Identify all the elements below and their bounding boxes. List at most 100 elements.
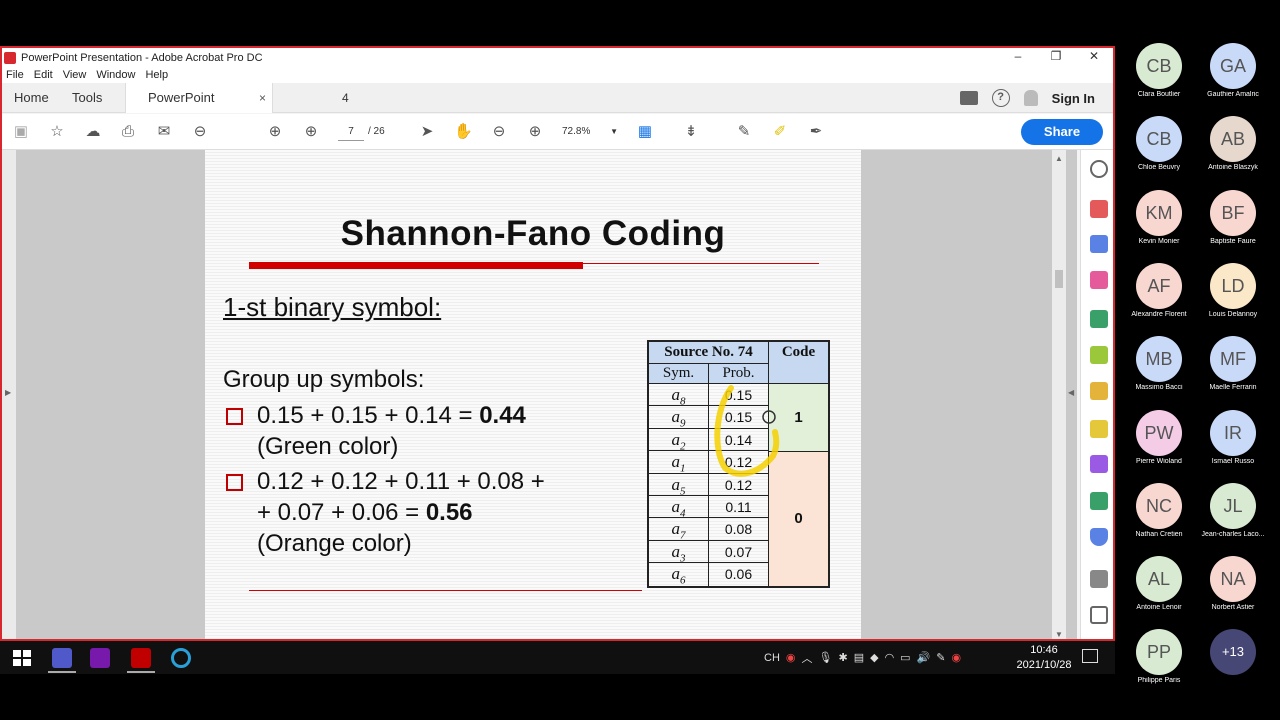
next-page-icon[interactable]: ⊕ [302, 123, 320, 141]
participant-tile[interactable]: AL Antoine Lenoir [1124, 556, 1194, 611]
scroll-up-icon[interactable]: ▲ [1055, 154, 1063, 163]
scroll-down-icon[interactable]: ▼ [1055, 630, 1063, 639]
microphone-icon[interactable]: 🎙 [819, 651, 833, 664]
menu-help[interactable]: Help [145, 69, 168, 81]
export-pdf-icon[interactable] [1090, 310, 1108, 328]
upload-cloud-icon[interactable]: ☁ [84, 123, 102, 141]
participant-tile[interactable]: NA Norbert Astier [1198, 556, 1268, 611]
menu-file[interactable]: File [6, 69, 24, 81]
participant-avatar: AB [1210, 116, 1256, 163]
comment-tool-icon[interactable] [1090, 382, 1108, 400]
help-icon[interactable]: ? [991, 89, 1010, 107]
bluetooth-icon[interactable]: ✱ [838, 651, 847, 664]
collapse-right-icon[interactable]: ◀ [1068, 388, 1074, 397]
menu-window[interactable]: Window [96, 69, 135, 81]
organize-pages-icon[interactable] [1090, 271, 1108, 289]
participant-tile[interactable]: CB Chloe Beuvry [1124, 116, 1194, 171]
pen-icon[interactable]: ✎ [936, 651, 945, 664]
participant-tile[interactable]: PW Pierre Wioland [1124, 409, 1194, 465]
share-button[interactable]: Share [1021, 119, 1103, 145]
zoom-in-icon[interactable]: ⊕ [526, 123, 544, 141]
acrobat-taskbar-icon[interactable] [131, 648, 151, 668]
app-tray-icon[interactable]: ◆ [870, 651, 878, 664]
restore-button[interactable]: ❐ [1037, 48, 1075, 67]
participant-name: Antoine Lenoir [1136, 604, 1182, 612]
more-tools-icon[interactable] [1090, 570, 1108, 588]
browser-icon[interactable] [171, 648, 191, 668]
participant-tile[interactable]: AB Antoine Blaszyk [1198, 116, 1268, 171]
participant-tile[interactable]: MB Massimo Bacci [1124, 336, 1194, 391]
select-cursor-icon[interactable]: ➤ [418, 123, 436, 141]
participant-tile[interactable]: KM Kevin Monier [1124, 189, 1194, 245]
participant-tile[interactable]: PP Philippe Paris [1124, 629, 1194, 684]
battery-icon[interactable]: ▭ [900, 651, 910, 664]
volume-icon[interactable]: 🔊 [917, 651, 931, 664]
notification-center-icon[interactable] [1082, 649, 1098, 663]
menu-edit[interactable]: Edit [34, 69, 53, 81]
zoom-icon[interactable] [1090, 160, 1108, 178]
document-area[interactable]: ▶ Shannon-Fano Coding 1-st binary symbol… [2, 150, 1077, 639]
protect-shield-icon[interactable] [1090, 528, 1108, 546]
vertical-scrollbar[interactable]: ▲ ▼ [1052, 150, 1066, 639]
ime-icon[interactable]: ◉ [786, 651, 796, 664]
close-window-button[interactable]: ✕ [1075, 48, 1113, 67]
request-signature-icon[interactable] [1090, 455, 1108, 473]
print-icon[interactable]: ⎙ [119, 123, 137, 141]
participant-tile[interactable]: LD Louis Delannoy [1198, 262, 1268, 318]
show-hidden-icons[interactable]: ︿ [802, 650, 813, 666]
scrollbar-thumb[interactable] [1055, 270, 1063, 288]
previous-page-icon[interactable]: ⊕ [266, 123, 284, 141]
clock[interactable]: 10:46 2021/10/28 [1012, 643, 1076, 673]
edit-pdf-icon[interactable] [1090, 346, 1108, 364]
input-language[interactable]: CH [764, 652, 780, 664]
draw-signature-icon[interactable]: ✒ [807, 123, 825, 141]
participant-tile[interactable]: GA Gauthier Amalric [1198, 43, 1268, 98]
hand-tool-icon[interactable]: ✋ [454, 123, 473, 141]
participant-name: Nathan Cretien [1135, 530, 1183, 538]
zoom-select[interactable]: 72.8% ▼ [562, 123, 618, 141]
table-header-code: Code [769, 342, 828, 384]
fill-sign-icon[interactable] [1090, 420, 1108, 438]
combine-files-icon[interactable] [1090, 235, 1108, 253]
print-production-icon[interactable] [1090, 492, 1108, 510]
expand-panel-icon[interactable] [1090, 606, 1108, 624]
page-number-input[interactable]: 7 [338, 123, 364, 141]
participant-tile[interactable]: BF Baptiste Faure [1198, 189, 1268, 245]
notification-bell-icon[interactable] [1023, 90, 1038, 106]
participant-tile[interactable]: IR Ismael Russo [1198, 409, 1268, 465]
minimize-button[interactable]: – [999, 48, 1037, 67]
network-icon[interactable]: ▤ [854, 651, 864, 664]
save-icon[interactable]: ▣ [12, 123, 30, 141]
symbol-letter: a [671, 564, 681, 584]
zoom-search-icon[interactable]: ⊖ [191, 123, 209, 141]
scroll-mode-icon[interactable]: ⇟ [682, 123, 700, 141]
tab-close-icon[interactable]: × [259, 83, 266, 113]
participant-tile[interactable]: +13 [1198, 629, 1268, 677]
page-display-icon[interactable]: ▦ [636, 123, 654, 141]
sogou-icon[interactable]: ◉ [952, 651, 962, 664]
create-pdf-icon[interactable] [1090, 200, 1108, 218]
left-panel-toggle[interactable]: ▶ [2, 150, 16, 639]
participant-avatar: AL [1136, 556, 1182, 603]
sign-in-link[interactable]: Sign In [1052, 91, 1095, 106]
comment-icon[interactable] [959, 91, 978, 105]
participant-tile[interactable]: NC Nathan Cretien [1124, 482, 1194, 538]
zoom-out-icon[interactable]: ⊖ [490, 123, 508, 141]
tab-tools[interactable]: Tools [72, 83, 102, 113]
windows-start-icon[interactable] [11, 648, 31, 668]
add-comment-icon[interactable]: ✎ [735, 123, 753, 141]
teams-icon[interactable] [52, 648, 72, 668]
participant-tile[interactable]: MF Maelle Ferrarin [1198, 336, 1268, 391]
participant-tile[interactable]: CB Clara Boutlier [1124, 43, 1194, 98]
menu-view[interactable]: View [63, 69, 87, 81]
participant-tile[interactable]: JL Jean-charles Laco... [1198, 482, 1268, 538]
onenote-icon[interactable] [90, 648, 110, 668]
tab-document[interactable]: PowerPoint Present... × [125, 83, 273, 135]
highlight-icon[interactable]: ✐ [771, 123, 789, 141]
tab-home[interactable]: Home [14, 83, 49, 113]
participant-name: Louis Delannoy [1208, 310, 1258, 318]
participant-tile[interactable]: AF Alexandre Florent [1124, 262, 1194, 318]
wifi-icon[interactable]: ◠ [885, 651, 895, 664]
email-icon[interactable]: ✉ [155, 123, 173, 141]
bookmark-star-icon[interactable]: ☆ [48, 123, 66, 141]
